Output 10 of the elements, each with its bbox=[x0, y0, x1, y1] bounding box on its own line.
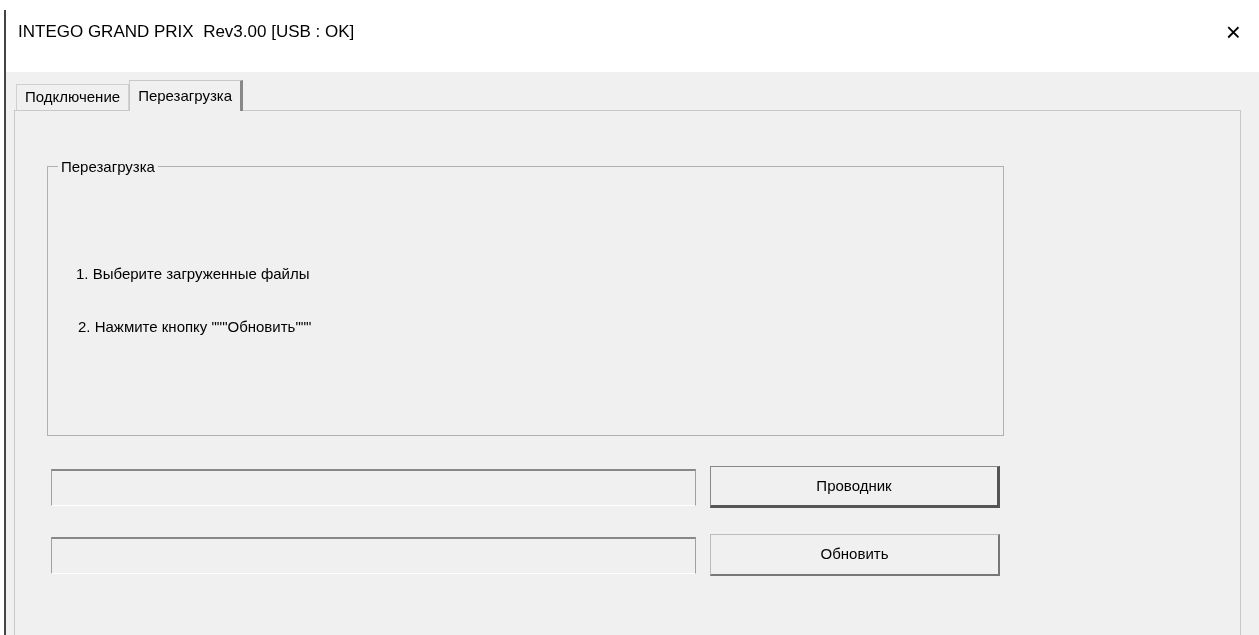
action-button[interactable]: Обновить bbox=[710, 534, 1000, 576]
path-field[interactable] bbox=[51, 536, 696, 574]
instruction-text: 2. Нажмите кнопку """Обновить""" bbox=[78, 316, 313, 337]
instruction-text: 1. Выберите загруженные файлы bbox=[76, 264, 311, 284]
window-title: INTEGO GRAND PRIX Rev3.00 [USB : OK] bbox=[18, 21, 355, 44]
tab[interactable]: Перезагрузка bbox=[129, 80, 244, 111]
tab[interactable]: Подключение bbox=[16, 84, 130, 110]
path-field[interactable] bbox=[51, 468, 696, 506]
action-button[interactable]: Проводник bbox=[710, 466, 1000, 508]
close-button[interactable]: × bbox=[1221, 19, 1245, 45]
